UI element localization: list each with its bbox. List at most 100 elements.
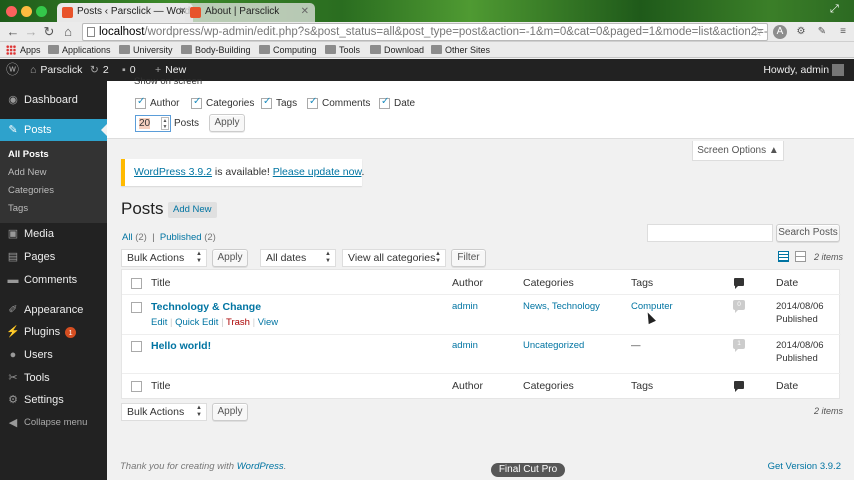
bookmark-other-sites[interactable]: Other Sites	[431, 44, 490, 56]
bookmark-apps[interactable]: Apps	[6, 44, 41, 56]
column-header-date[interactable]: Date	[776, 277, 798, 289]
back-arrow-icon[interactable]: ←	[6, 25, 20, 39]
sidebar-item-tools[interactable]: ✂ Tools	[0, 367, 107, 389]
filter-all-link[interactable]: All (2)	[122, 232, 147, 243]
author-link[interactable]: admin	[452, 301, 478, 312]
sidebar-item-posts[interactable]: ✎ Posts	[0, 119, 107, 141]
select-all-checkbox-bottom[interactable]	[131, 381, 142, 392]
tab-posts[interactable]: Posts ‹ Parsclick — WordPr… ✕	[57, 3, 193, 22]
row-checkbox[interactable]	[131, 302, 142, 313]
site-name-link[interactable]: ⌂ Parsclick	[30, 59, 82, 81]
filter-button[interactable]: Filter	[451, 249, 486, 267]
wordpress-version-link[interactable]: WordPress 3.9.2	[134, 166, 212, 178]
column-toggle-date[interactable]: Date	[379, 96, 415, 109]
comment-count-bubble[interactable]: 0	[733, 300, 745, 313]
view-link[interactable]: View	[258, 317, 278, 328]
submenu-tags[interactable]: Tags	[8, 200, 28, 218]
bookmark-university[interactable]: University	[119, 44, 173, 56]
bulk-apply-button-bottom[interactable]: Apply	[212, 403, 248, 421]
tab-about[interactable]: About | Parsclick ✕	[185, 3, 315, 22]
wordpress-link[interactable]: WordPress	[237, 461, 284, 472]
address-bar[interactable]: localhost/wordpress/wp-admin/edit.php?s&…	[82, 23, 768, 41]
category-filter-select[interactable]: View all categories ▲ ▼	[342, 249, 446, 267]
tools-icon[interactable]: ✎	[815, 25, 829, 39]
add-new-button[interactable]: Add New	[168, 202, 217, 218]
quick-edit-link[interactable]: Quick Edit	[175, 317, 218, 328]
bookmark-applications[interactable]: Applications	[48, 44, 111, 56]
sidebar-item-media[interactable]: ▣ Media	[0, 223, 107, 245]
submenu-categories[interactable]: Categories	[8, 182, 54, 200]
close-window-button[interactable]	[6, 6, 17, 17]
column-footer-date[interactable]: Date	[776, 380, 798, 392]
sidebar-item-users[interactable]: ● Users	[0, 344, 107, 366]
sidebar-item-plugins[interactable]: ⚡ Plugins 1	[0, 321, 107, 343]
sidebar-item-appearance[interactable]: ✐ Appearance	[0, 299, 107, 321]
quantity-stepper[interactable]: ▲ ▼	[161, 117, 169, 130]
sidebar-item-comments[interactable]: ▬ Comments	[0, 269, 107, 291]
howdy-account-link[interactable]: Howdy, admin	[763, 59, 844, 81]
sidebar-item-settings[interactable]: ⚙ Settings	[0, 389, 107, 411]
column-toggle-comments[interactable]: Comments	[307, 96, 370, 109]
trash-link[interactable]: Trash	[226, 317, 250, 328]
bookmark-star-icon[interactable]: ☆	[752, 24, 763, 40]
close-tab-icon[interactable]: ✕	[301, 6, 309, 17]
author-link[interactable]: admin	[452, 340, 478, 351]
zoom-window-button[interactable]	[36, 6, 47, 17]
comments-checkbox[interactable]	[307, 96, 318, 109]
row-checkbox[interactable]	[131, 341, 142, 352]
comments-column-icon[interactable]	[734, 278, 744, 289]
comments-column-footer-icon[interactable]	[734, 381, 744, 392]
categories-links[interactable]: Uncategorized	[523, 340, 584, 351]
screen-options-apply-button[interactable]: Apply	[209, 114, 245, 132]
posts-per-page-input[interactable]: 20 ▲ ▼	[135, 115, 171, 132]
bookmark-download[interactable]: Download	[370, 44, 424, 56]
sidebar-collapse-menu[interactable]: ◀ Collapse menu	[0, 412, 107, 434]
dates-filter-select[interactable]: All dates ▲ ▼	[260, 249, 336, 267]
reload-icon[interactable]: ↻	[42, 25, 56, 39]
home-icon[interactable]: ⌂	[61, 25, 75, 39]
updates-link[interactable]: ↻ 2	[90, 59, 109, 81]
filter-published-link[interactable]: Published (2)	[160, 232, 216, 243]
forward-arrow-icon[interactable]: →	[24, 25, 38, 39]
post-title-link[interactable]: Technology & Change	[151, 301, 261, 313]
column-header-title[interactable]: Title	[151, 277, 170, 289]
submenu-add-new[interactable]: Add New	[8, 164, 47, 182]
sidebar-item-pages[interactable]: ▤ Pages	[0, 246, 107, 268]
tag-link[interactable]: Computer	[631, 301, 673, 312]
bookmark-computing[interactable]: Computing	[259, 44, 317, 56]
bookmark-body-building[interactable]: Body-Building	[181, 44, 251, 56]
search-posts-button[interactable]: Search Posts	[776, 224, 840, 242]
list-view-icon[interactable]	[778, 251, 789, 262]
excerpt-view-icon[interactable]	[795, 251, 806, 262]
column-toggle-tags[interactable]: Tags	[261, 96, 297, 109]
adblock-icon[interactable]: A	[773, 25, 787, 39]
author-checkbox[interactable]	[135, 96, 146, 109]
submenu-all-posts[interactable]: All Posts	[8, 146, 49, 164]
menu-icon[interactable]: ≡	[836, 25, 850, 39]
categories-links[interactable]: News, Technology	[523, 301, 600, 312]
sidebar-item-dashboard[interactable]: ◉ Dashboard	[0, 89, 107, 111]
post-title-link[interactable]: Hello world!	[151, 340, 211, 352]
categories-checkbox[interactable]	[191, 96, 202, 109]
get-version-link[interactable]: Get Version 3.9.2	[768, 461, 841, 472]
column-toggle-categories[interactable]: Categories	[191, 96, 254, 109]
bulk-apply-button-top[interactable]: Apply	[212, 249, 248, 267]
bookmark-tools[interactable]: Tools	[325, 44, 360, 56]
comment-count-bubble[interactable]: 1	[733, 339, 745, 352]
bulk-actions-select-top[interactable]: Bulk Actions ▲ ▼	[121, 249, 207, 267]
items-count-top: 2 items	[814, 252, 844, 262]
screen-options-toggle[interactable]: Screen Options ▲	[692, 141, 784, 161]
search-input[interactable]	[647, 224, 773, 242]
tags-checkbox[interactable]	[261, 96, 272, 109]
column-footer-title[interactable]: Title	[151, 380, 170, 392]
profile-icon[interactable]: ⤢	[830, 3, 846, 17]
wordpress-logo-icon[interactable]: ⓦ	[6, 59, 19, 81]
select-all-checkbox[interactable]	[131, 278, 142, 289]
column-toggle-author[interactable]: Author	[135, 96, 179, 109]
update-now-link[interactable]: Please update now	[273, 166, 362, 178]
bulk-actions-select-bottom[interactable]: Bulk Actions ▲ ▼	[121, 403, 207, 421]
minimize-window-button[interactable]	[21, 6, 32, 17]
gear-icon[interactable]: ⚙	[794, 25, 808, 39]
edit-link[interactable]: Edit	[151, 317, 167, 328]
date-checkbox[interactable]	[379, 96, 390, 109]
